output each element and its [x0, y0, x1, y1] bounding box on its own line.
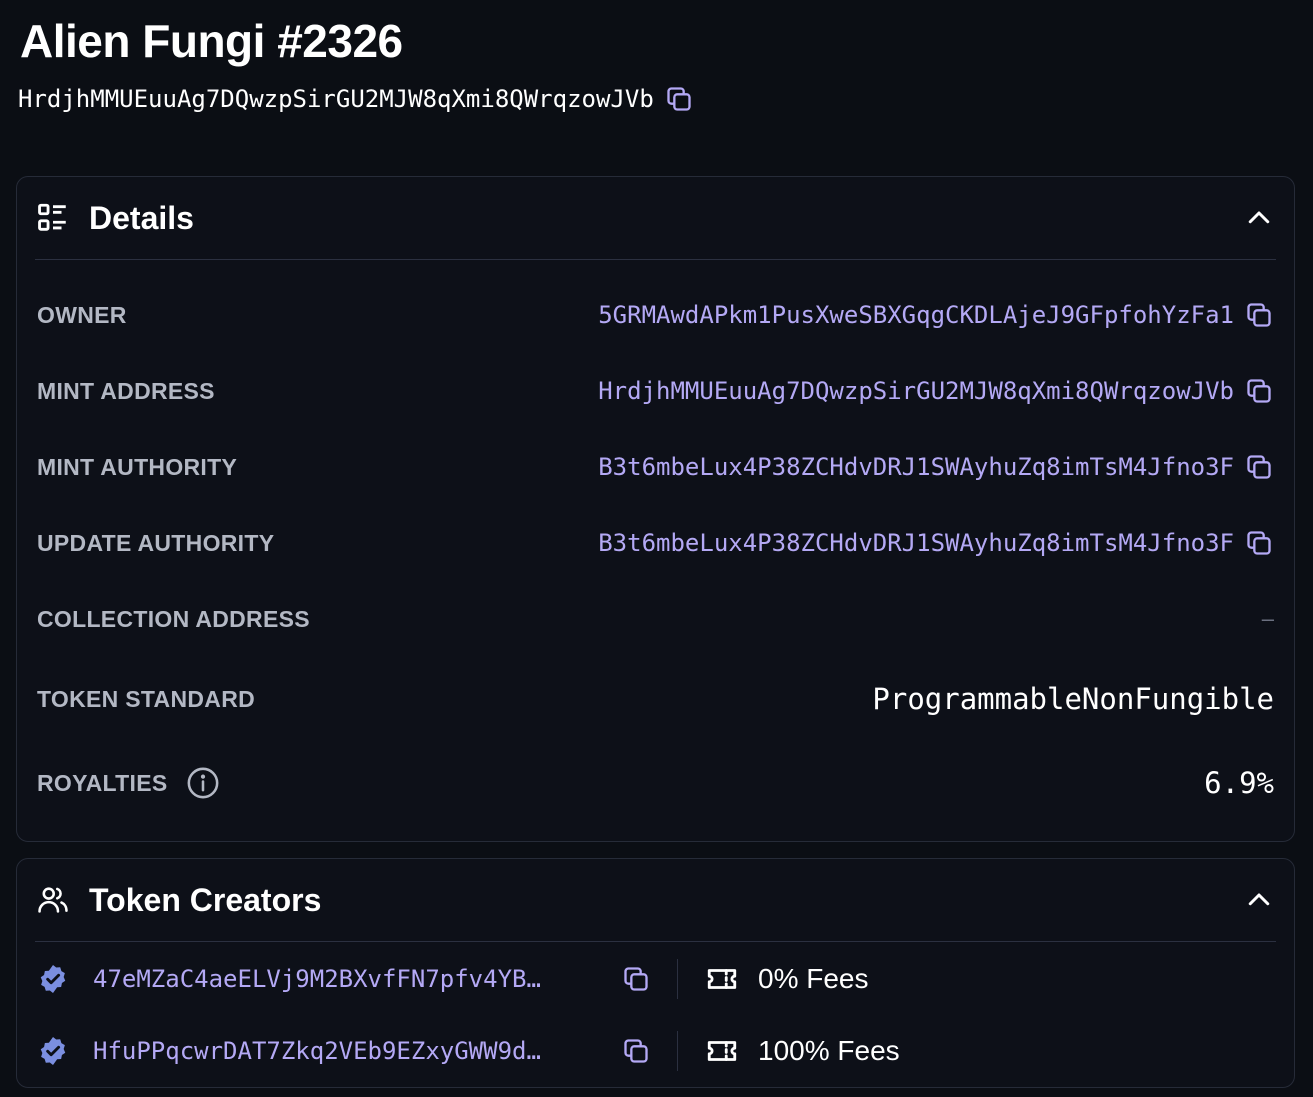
owner-address-link[interactable]: 5GRMAwdAPkm1PusXweSBXGqgCKDLAjeJ9GFpfohY… [598, 301, 1234, 329]
detail-row-mint-address: MINT ADDRESS HrdjhMMUEuuAg7DQwzpSirGU2MJ… [37, 371, 1274, 411]
page-title: Alien Fungi #2326 [20, 15, 403, 67]
creator-address-link[interactable]: HfuPPqcwrDAT7Zkq2VEb9EZxyGWW9d… [93, 1037, 613, 1065]
collection-address-empty: – [1261, 606, 1274, 631]
token-creators-title: Token Creators [89, 881, 322, 918]
chevron-up-icon[interactable] [1242, 201, 1276, 235]
divider [677, 959, 678, 999]
verified-badge-icon [37, 1035, 69, 1067]
token-creators-header[interactable]: Token Creators [35, 859, 1276, 942]
ticket-icon [704, 1033, 740, 1069]
mint-authority-link[interactable]: B3t6mbeLux4P38ZCHdvDRJ1SWAyhuZq8imTsM4Jf… [598, 453, 1234, 481]
details-title: Details [89, 199, 194, 236]
detail-row-royalties: ROYALTIES 6.9% [37, 763, 1274, 803]
detail-row-owner: OWNER 5GRMAwdAPkm1PusXweSBXGqgCKDLAjeJ9G… [37, 295, 1274, 335]
copy-icon[interactable] [1244, 452, 1274, 482]
creator-fees: 0% Fees [758, 963, 869, 994]
token-standard-label: TOKEN STANDARD [37, 685, 256, 712]
detail-row-collection-address: COLLECTION ADDRESS – [37, 599, 1274, 639]
creator-address-link[interactable]: 47eMZaC4aeELVj9M2BXvfFN7pfv4YB… [93, 965, 613, 993]
copy-icon[interactable] [1244, 528, 1274, 558]
token-standard-value: ProgrammableNonFungible [872, 682, 1274, 716]
details-list-icon [35, 200, 71, 236]
copy-icon[interactable] [1244, 376, 1274, 406]
copy-icon[interactable] [664, 84, 694, 114]
royalties-label: ROYALTIES [37, 766, 220, 800]
divider [677, 1031, 678, 1071]
creator-row: 47eMZaC4aeELVj9M2BXvfFN7pfv4YB… 0% Fees [37, 954, 1274, 1004]
copy-icon[interactable] [621, 964, 651, 994]
creator-fees: 100% Fees [758, 1035, 900, 1066]
copy-icon[interactable] [621, 1036, 651, 1066]
owner-label: OWNER [37, 301, 127, 328]
collection-address-label: COLLECTION ADDRESS [37, 605, 310, 632]
royalties-value: 6.9% [1204, 766, 1274, 800]
token-creators-card: Token Creators 47eMZaC4aeELVj9M2BXvfFN7p… [16, 858, 1295, 1088]
creator-row: HfuPPqcwrDAT7Zkq2VEb9EZxyGWW9d… 100% Fee… [37, 1026, 1274, 1076]
users-icon [35, 882, 71, 918]
detail-row-update-authority: UPDATE AUTHORITY B3t6mbeLux4P38ZCHdvDRJ1… [37, 523, 1274, 563]
ticket-icon [704, 961, 740, 997]
detail-row-mint-authority: MINT AUTHORITY B3t6mbeLux4P38ZCHdvDRJ1SW… [37, 447, 1274, 487]
details-header[interactable]: Details [35, 177, 1276, 260]
info-icon[interactable] [186, 766, 220, 800]
mint-address-link[interactable]: HrdjhMMUEuuAg7DQwzpSirGU2MJW8qXmi8QWrqzo… [598, 377, 1234, 405]
copy-icon[interactable] [1244, 300, 1274, 330]
verified-badge-icon [37, 963, 69, 995]
mint-authority-label: MINT AUTHORITY [37, 453, 238, 480]
mint-address-label: MINT ADDRESS [37, 377, 215, 404]
update-authority-link[interactable]: B3t6mbeLux4P38ZCHdvDRJ1SWAyhuZq8imTsM4Jf… [598, 529, 1234, 557]
header-mint-address: HrdjhMMUEuuAg7DQwzpSirGU2MJW8qXmi8QWrqzo… [18, 85, 654, 113]
details-card: Details OWNER 5GRMAwdAPkm1PusXweSBXGqgCK… [16, 176, 1295, 842]
update-authority-label: UPDATE AUTHORITY [37, 529, 275, 556]
header-mint-address-row: HrdjhMMUEuuAg7DQwzpSirGU2MJW8qXmi8QWrqzo… [18, 82, 694, 116]
detail-row-token-standard: TOKEN STANDARD ProgrammableNonFungible [37, 679, 1274, 719]
chevron-up-icon[interactable] [1242, 883, 1276, 917]
royalties-label-text: ROYALTIES [37, 769, 168, 796]
